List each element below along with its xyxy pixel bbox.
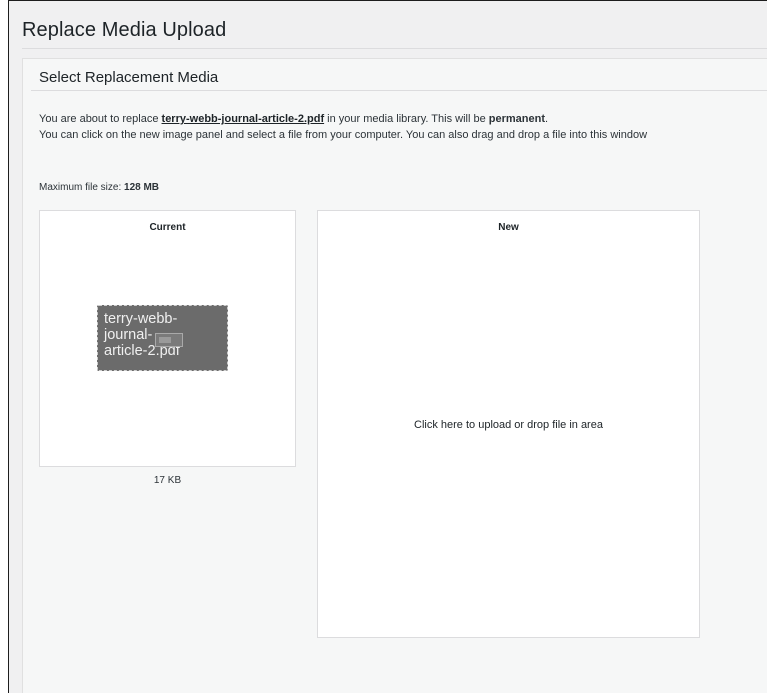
- new-label: New: [498, 222, 519, 233]
- thumb-line-2: journal-: [104, 327, 153, 343]
- permanent-emphasis: permanent: [488, 113, 546, 125]
- max-file-size-value: 128 MB: [124, 182, 160, 193]
- page-title: Replace Media Upload: [22, 19, 227, 41]
- section-divider: [31, 90, 767, 91]
- section-title: Select Replacement Media: [39, 69, 219, 86]
- desc-prefix: You are about to replace: [39, 113, 162, 125]
- max-file-size: Maximum file size: 128 MB: [39, 182, 159, 193]
- current-label: Current: [149, 222, 186, 233]
- current-file-thumbnail: terry-webb- journal- article-2.pdf: [97, 305, 228, 371]
- current-filename-link[interactable]: terry-webb-journal-article-2.pdf: [162, 113, 325, 125]
- max-file-size-label: Maximum file size:: [39, 182, 125, 193]
- replace-media-window: Replace Media Upload Select Replacement …: [8, 0, 767, 693]
- upload-prompt: Click here to upload or drop file in are…: [414, 419, 603, 431]
- broken-image-icon: [155, 333, 183, 347]
- current-file-size: 17 KB: [153, 475, 182, 486]
- current-media-panel: Current terry-webb- journal- article-2.p…: [39, 210, 296, 467]
- replacement-panel: Select Replacement Media You are about t…: [22, 58, 767, 693]
- desc-suffix: .: [545, 113, 549, 125]
- title-divider: [22, 48, 767, 49]
- new-media-dropzone[interactable]: New Click here to upload or drop file in…: [317, 210, 700, 638]
- desc-instructions: You can click on the new image panel and…: [39, 129, 648, 141]
- desc-middle: in your media library. This will be: [324, 113, 489, 125]
- replace-description: You are about to replace terry-webb-jour…: [39, 111, 719, 143]
- thumb-line-1: terry-webb-: [104, 311, 178, 327]
